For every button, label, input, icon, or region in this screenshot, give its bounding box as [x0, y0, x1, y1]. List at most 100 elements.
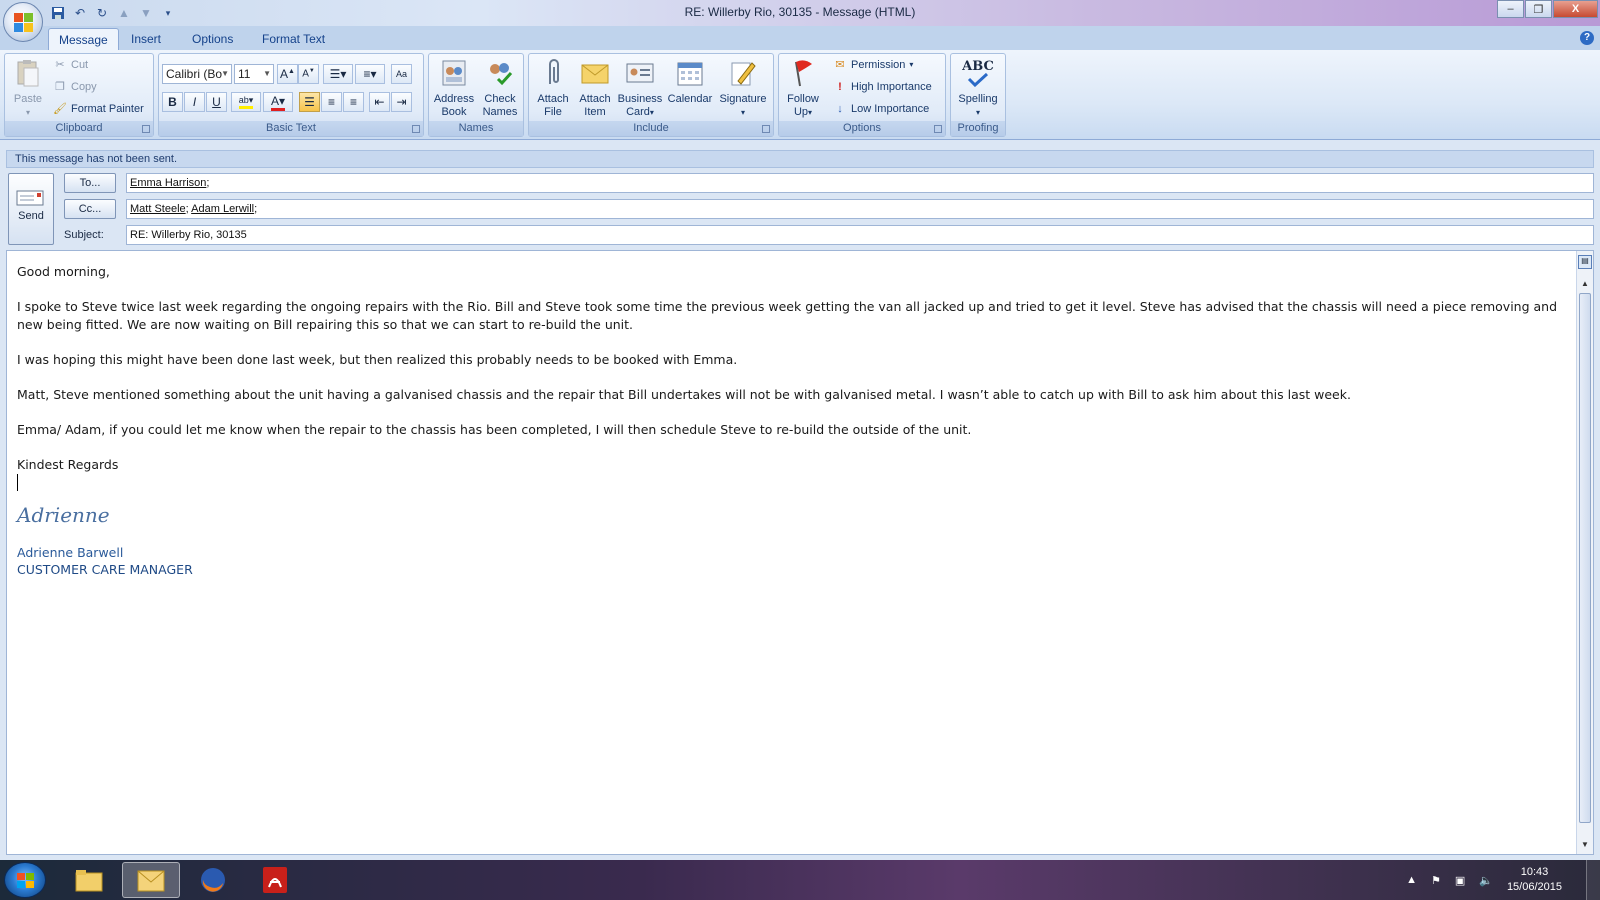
address-book-button[interactable]: Address Book	[431, 57, 477, 119]
calendar-button[interactable]: Calendar	[665, 57, 715, 106]
font-size-combo[interactable]: 11 ▼	[234, 64, 274, 84]
signature-button[interactable]: Signature ▾	[715, 57, 771, 119]
subject-field[interactable]: RE: Willerby Rio, 30135	[126, 225, 1594, 245]
minimize-button[interactable]: –	[1497, 0, 1524, 18]
cc-field[interactable]: Matt Steele; Adam Lerwill;	[126, 199, 1594, 219]
format-painter-button[interactable]: 🖌 Format Painter	[53, 100, 144, 118]
italic-button[interactable]: I	[184, 92, 205, 112]
options-dialog-launcher[interactable]	[934, 125, 942, 133]
show-hidden-icons-icon[interactable]: ▲	[1406, 874, 1417, 886]
proofing-group: ABC Spelling ▾ Proofing	[950, 53, 1006, 137]
follow-up-button[interactable]: Follow Up▾	[781, 57, 825, 119]
taskbar-firefox[interactable]	[184, 862, 242, 898]
message-body[interactable]: Good morning, I spoke to Steve twice las…	[6, 250, 1594, 855]
font-color-button[interactable]: A▾	[263, 92, 293, 112]
show-desktop-button[interactable]	[1586, 860, 1600, 900]
spelling-button[interactable]: ABC Spelling ▾	[953, 57, 1003, 119]
scroll-down-icon[interactable]: ▼	[1577, 838, 1593, 852]
align-right-button[interactable]: ≡	[343, 92, 364, 112]
shrink-font-button[interactable]: A▼	[298, 64, 319, 84]
names-group: Address Book Check Names Names	[428, 53, 524, 137]
closing-line: Kindest Regards	[17, 457, 119, 472]
clock[interactable]: 10:43 15/06/2015	[1507, 865, 1562, 895]
italic-icon: I	[192, 95, 197, 109]
body-paragraph: Good morning,	[17, 264, 110, 279]
tab-format-text[interactable]: Format Text	[252, 28, 335, 50]
numbering-button[interactable]: ≡▾	[355, 64, 385, 84]
recipient[interactable]: Matt Steele	[130, 203, 186, 215]
tab-insert[interactable]: Insert	[121, 28, 171, 50]
decrease-indent-button[interactable]: ⇤	[369, 92, 390, 112]
numbered-list-icon: ≡▾	[363, 67, 377, 81]
down-arrow-icon: ↓	[837, 103, 843, 115]
exclamation-icon: !	[838, 81, 842, 93]
underline-icon: U	[212, 95, 221, 109]
action-center-flag-icon[interactable]: ⚑	[1431, 874, 1441, 887]
taskbar-acrobat[interactable]	[246, 862, 304, 898]
names-group-label: Names	[429, 121, 523, 136]
attach-file-button[interactable]: Attach File	[531, 57, 575, 119]
network-icon[interactable]: ▣	[1455, 874, 1465, 887]
scroll-up-icon[interactable]: ▲	[1577, 277, 1593, 291]
volume-icon[interactable]: 🔈	[1479, 874, 1493, 887]
cut-button[interactable]: ✂ Cut	[53, 56, 88, 74]
recipient[interactable]: Emma Harrison	[130, 177, 206, 189]
send-button[interactable]: Send	[8, 173, 54, 245]
close-button[interactable]: X	[1553, 0, 1598, 18]
calendar-icon	[674, 57, 706, 89]
styles-button[interactable]: Aa	[391, 64, 412, 84]
scroll-thumb[interactable]	[1579, 293, 1591, 823]
info-bar: This message has not been sent.	[6, 150, 1594, 168]
check-names-button[interactable]: Check Names	[477, 57, 523, 119]
cc-button[interactable]: Cc...	[64, 199, 116, 219]
align-center-icon: ≡	[327, 95, 335, 109]
to-button[interactable]: To...	[64, 173, 116, 193]
to-field[interactable]: Emma Harrison;	[126, 173, 1594, 193]
help-icon[interactable]: ?	[1580, 31, 1594, 45]
paste-button[interactable]: Paste ▾	[9, 57, 47, 119]
bullets-button[interactable]: ☰▾	[323, 64, 353, 84]
increase-indent-button[interactable]: ⇥	[391, 92, 412, 112]
clock-date: 15/06/2015	[1506, 881, 1562, 893]
basic-text-dialog-launcher[interactable]	[412, 125, 420, 133]
bullet-list-icon: ☰▾	[329, 67, 347, 81]
office-button[interactable]	[3, 2, 43, 42]
bold-button[interactable]: B	[162, 92, 183, 112]
copy-icon: ❐	[55, 81, 65, 93]
address-book-icon	[438, 57, 470, 89]
options-group-label: Options	[779, 121, 945, 136]
flag-icon	[787, 57, 819, 89]
align-center-button[interactable]: ≡	[321, 92, 342, 112]
copy-button[interactable]: ❐ Copy	[53, 78, 97, 96]
paperclip-icon	[537, 57, 569, 89]
align-left-button[interactable]: ☰	[299, 92, 320, 112]
attach-item-button[interactable]: Attach Item	[575, 57, 615, 119]
folder-icon	[75, 870, 103, 892]
ruler-toggle-icon[interactable]: ▤	[1578, 255, 1592, 269]
vertical-scrollbar[interactable]: ▤ ▲ ▼	[1576, 251, 1593, 854]
paintbrush-icon: 🖌	[53, 103, 67, 115]
low-importance-button[interactable]: ↓ Low Importance	[833, 100, 929, 118]
business-card-icon	[624, 57, 656, 89]
business-card-button[interactable]: Business Card▾	[615, 57, 665, 119]
taskbar-outlook[interactable]	[122, 862, 180, 898]
grow-font-button[interactable]: A▲	[277, 64, 298, 84]
underline-button[interactable]: U	[206, 92, 227, 112]
signature-name: Adrienne Barwell	[17, 545, 124, 560]
tab-options[interactable]: Options	[182, 28, 243, 50]
scissors-icon: ✂	[55, 59, 65, 71]
start-button[interactable]	[4, 862, 46, 898]
message-text[interactable]: Good morning, I spoke to Steve twice las…	[17, 263, 1572, 578]
high-importance-button[interactable]: ! High Importance	[833, 78, 932, 96]
include-dialog-launcher[interactable]	[762, 125, 770, 133]
recipient[interactable]: Adam Lerwill	[191, 203, 254, 215]
restore-button[interactable]: ❐	[1525, 0, 1552, 18]
highlight-button[interactable]: ab▾	[231, 92, 261, 112]
align-right-icon: ≡	[349, 95, 357, 109]
tab-message[interactable]: Message	[48, 28, 119, 50]
permission-button[interactable]: ✉ Permission ▾	[833, 56, 913, 74]
taskbar-explorer[interactable]	[60, 862, 118, 898]
font-name-combo[interactable]: Calibri (Bo ▼	[162, 64, 232, 84]
clipboard-dialog-launcher[interactable]	[142, 125, 150, 133]
chevron-down-icon: ▼	[221, 69, 229, 78]
